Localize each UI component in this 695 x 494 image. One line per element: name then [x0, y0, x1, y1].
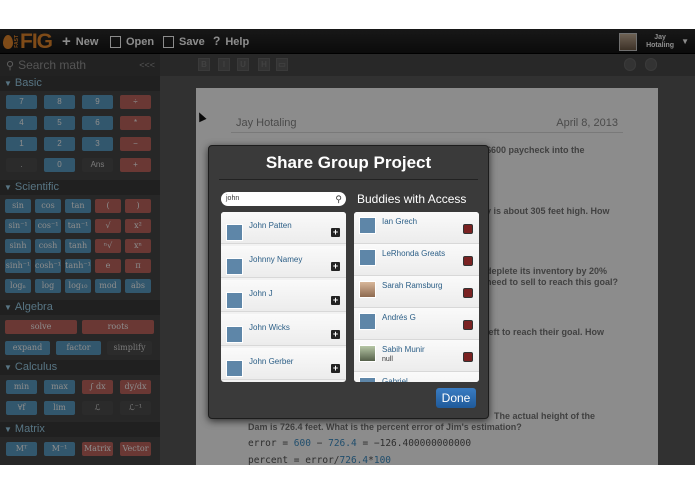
buddy-name: Sarah Ramsburg	[382, 281, 443, 290]
buddy-name: Ian Grech	[382, 217, 418, 226]
avatar	[359, 345, 376, 362]
fastfig-app: FAST FIG + New Open Save ? Help Jay Hota…	[0, 29, 695, 465]
avatar	[226, 224, 243, 241]
buddy-status: null	[382, 356, 393, 363]
buddies-title: Buddies with Access	[357, 192, 467, 206]
search-result-row[interactable]: John Patten +	[221, 212, 346, 244]
avatar	[359, 313, 376, 330]
search-icon: ⚲	[335, 194, 342, 204]
avatar	[226, 258, 243, 275]
share-group-project-dialog: Share Group Project john ⚲ Buddies with …	[208, 145, 489, 419]
add-buddy-button[interactable]: +	[331, 364, 340, 373]
buddy-row[interactable]: LeRhonda Greats	[354, 244, 479, 276]
avatar	[359, 217, 376, 234]
dialog-divider	[219, 179, 478, 180]
buddy-name: Gabriel...	[382, 377, 415, 382]
dialog-title: Share Group Project	[265, 153, 432, 172]
buddies-list[interactable]: Ian Grech LeRhonda Greats Sarah Ramsburg An…	[354, 212, 479, 382]
add-buddy-button[interactable]: +	[331, 330, 340, 339]
avatar	[359, 377, 376, 382]
add-buddy-button[interactable]: +	[331, 228, 340, 237]
remove-buddy-button[interactable]	[463, 320, 473, 330]
result-name: John Gerber	[249, 357, 294, 366]
search-result-row[interactable]: John Gerber +	[221, 348, 346, 380]
buddy-row[interactable]: Andrés G	[354, 308, 479, 340]
buddy-row[interactable]: Sabih Munir null	[354, 340, 479, 372]
add-buddy-button[interactable]: +	[331, 296, 340, 305]
result-name: John Patten	[249, 221, 292, 230]
buddy-search-value: john	[226, 195, 240, 202]
search-results-list[interactable]: John Patten + Johnny Namey + John J + John Wic…	[221, 212, 346, 382]
buddy-row[interactable]: Sarah Ramsburg	[354, 276, 479, 308]
search-result-row[interactable]: John Wicks +	[221, 314, 346, 346]
result-name: John Wicks	[249, 323, 290, 332]
search-result-row[interactable]: Johnny Namey +	[221, 246, 346, 278]
result-name: Johnny Namey	[249, 255, 303, 264]
result-name: John J	[249, 289, 273, 298]
remove-buddy-button[interactable]	[463, 224, 473, 234]
avatar	[226, 326, 243, 343]
avatar	[359, 281, 376, 298]
buddy-name: Sabih Munir	[382, 345, 425, 354]
buddy-name: Andrés G	[382, 313, 416, 322]
buddy-row[interactable]: Ian Grech	[354, 212, 479, 244]
remove-buddy-button[interactable]	[463, 288, 473, 298]
add-buddy-button[interactable]: +	[331, 262, 340, 271]
done-button[interactable]: Done	[436, 388, 476, 408]
buddy-search-input[interactable]: john ⚲	[221, 192, 346, 206]
remove-buddy-button[interactable]	[463, 256, 473, 266]
avatar	[226, 360, 243, 377]
buddy-row[interactable]: Gabriel...	[354, 372, 479, 382]
avatar	[226, 292, 243, 309]
avatar	[359, 249, 376, 266]
search-result-row[interactable]: John J +	[221, 280, 346, 312]
remove-buddy-button[interactable]	[463, 352, 473, 362]
buddy-name: LeRhonda Greats	[382, 249, 446, 258]
